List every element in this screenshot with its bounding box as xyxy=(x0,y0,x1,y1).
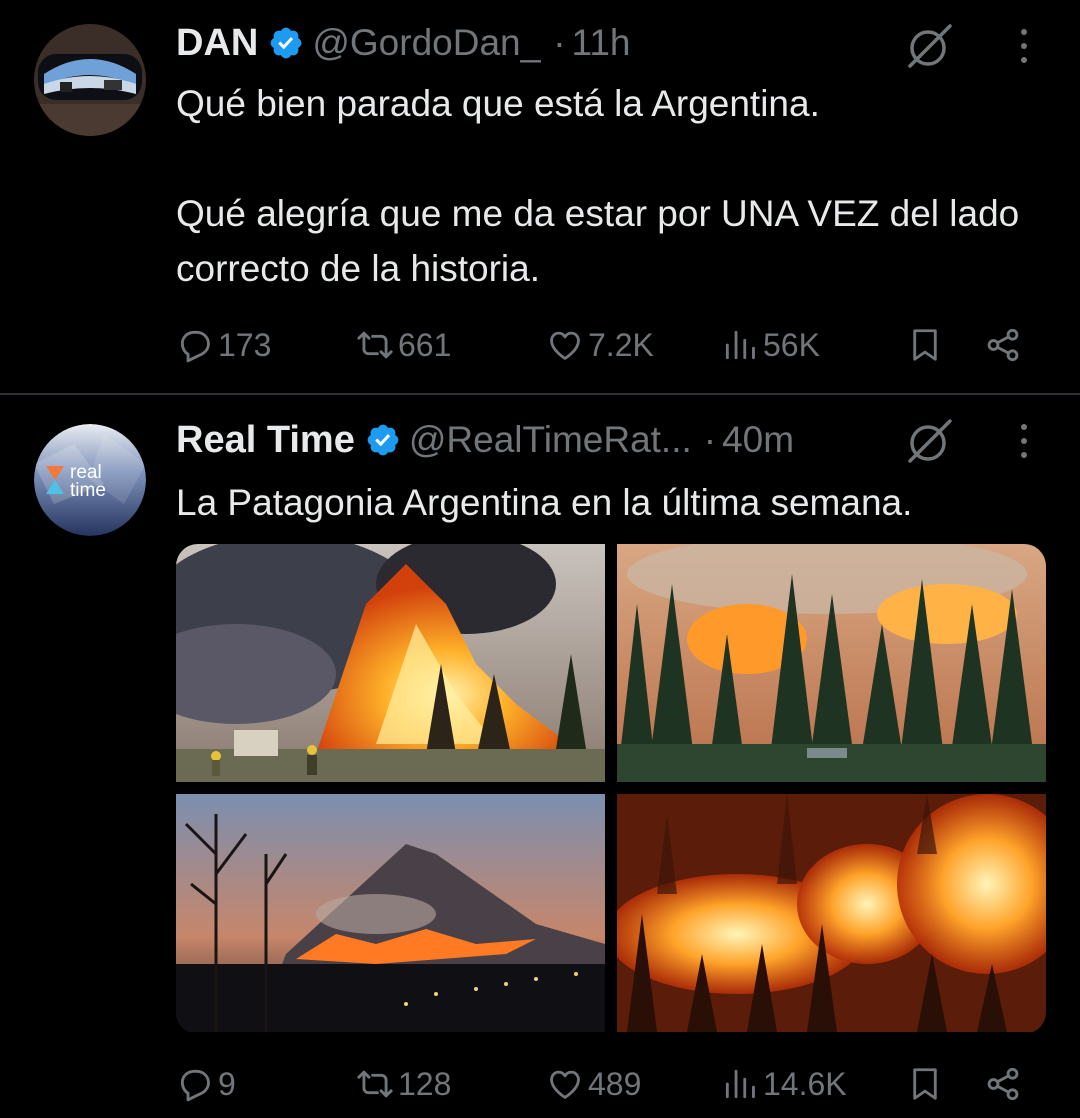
repost-button[interactable]: 661 xyxy=(356,320,451,370)
separator-dot: · xyxy=(703,419,717,460)
like-count: 489 xyxy=(588,1065,642,1102)
burning-mountain-at-dusk-photo-icon xyxy=(176,794,605,1032)
views-button[interactable]: 14.6K xyxy=(721,1059,847,1109)
verified-badge-icon xyxy=(367,424,399,456)
bookmark-button[interactable] xyxy=(906,320,944,370)
grok-icon[interactable] xyxy=(904,20,956,72)
action-bar: 9 128 489 14.6K xyxy=(176,1059,1036,1109)
action-bar: 173 661 7.2K 56K xyxy=(176,320,1036,370)
media-photo[interactable] xyxy=(617,794,1046,1032)
reply-count: 9 xyxy=(218,1065,236,1102)
tweet-paragraph: Qué bien parada que está la Argentina. xyxy=(176,83,820,124)
reply-icon xyxy=(180,330,210,363)
sunglasses-reflection-avatar-icon xyxy=(34,24,146,136)
tweet-text: La Patagonia Argentina en la última sema… xyxy=(176,475,1056,530)
like-icon xyxy=(550,1070,580,1099)
views-count: 56K xyxy=(763,326,820,363)
more-icon[interactable] xyxy=(1012,419,1036,463)
repost-icon xyxy=(357,1070,393,1098)
media-photo[interactable] xyxy=(176,794,605,1032)
logo-text-time: time xyxy=(70,480,106,501)
reply-button[interactable]: 173 xyxy=(176,320,271,370)
tweet-text: Qué bien parada que está la Argentina. Q… xyxy=(176,76,1056,296)
tweet-paragraph: La Patagonia Argentina en la última sema… xyxy=(176,482,913,523)
media-grid xyxy=(176,544,1046,1034)
share-icon xyxy=(987,1067,1019,1101)
more-icon[interactable] xyxy=(1012,24,1036,68)
bookmark-button[interactable] xyxy=(906,1059,944,1109)
like-icon xyxy=(550,331,580,360)
tweet[interactable]: real time Real Time @RealTimeRat... · 40… xyxy=(0,395,1080,1118)
repost-count: 661 xyxy=(398,326,452,363)
views-icon xyxy=(725,330,755,360)
timestamp[interactable]: 11h xyxy=(572,22,631,64)
reply-count: 173 xyxy=(218,326,272,363)
reply-button[interactable]: 9 xyxy=(176,1059,236,1109)
verified-badge-icon xyxy=(270,27,302,59)
timestamp[interactable]: 40m xyxy=(722,419,794,461)
separator-dot: · xyxy=(553,22,566,63)
tweet[interactable]: DAN @GordoDan_ · 11h Qué bien parada que… xyxy=(0,0,1080,393)
like-count: 7.2K xyxy=(588,326,654,363)
author-name[interactable]: Real Time xyxy=(176,419,355,462)
share-button[interactable] xyxy=(984,320,1022,370)
like-button[interactable]: 489 xyxy=(546,1059,641,1109)
burning-pine-forest-photo-icon xyxy=(617,544,1046,782)
author-handle[interactable]: @GordoDan_ xyxy=(312,22,541,64)
grok-icon[interactable] xyxy=(904,415,956,467)
forest-fire-photo-with-firefighters-icon xyxy=(176,544,605,782)
avatar[interactable] xyxy=(34,24,146,136)
author-name[interactable]: DAN xyxy=(176,22,258,65)
repost-icon xyxy=(357,331,393,359)
avatar[interactable]: real time xyxy=(34,424,146,536)
tweet-paragraph: Qué alegría que me da estar por UNA VEZ … xyxy=(176,193,1020,289)
repost-count: 128 xyxy=(398,1065,452,1102)
views-count: 14.6K xyxy=(763,1065,847,1102)
views-icon xyxy=(725,1069,755,1099)
views-button[interactable]: 56K xyxy=(721,320,820,370)
reply-icon xyxy=(180,1069,210,1102)
tweet-header: DAN @GordoDan_ · 11h xyxy=(176,20,631,66)
media-photo[interactable] xyxy=(176,544,605,782)
real-time-logo-icon: real time xyxy=(34,424,146,536)
repost-button[interactable]: 128 xyxy=(356,1059,451,1109)
media-photo[interactable] xyxy=(617,544,1046,782)
night-forest-fire-photo-icon xyxy=(617,794,1046,1032)
bookmark-icon xyxy=(913,329,937,361)
like-button[interactable]: 7.2K xyxy=(546,320,654,370)
author-handle[interactable]: @RealTimeRat... xyxy=(409,419,692,461)
share-icon xyxy=(987,328,1019,362)
bookmark-icon xyxy=(913,1068,937,1100)
tweet-header: Real Time @RealTimeRat... · 40m xyxy=(176,417,794,463)
share-button[interactable] xyxy=(984,1059,1022,1109)
